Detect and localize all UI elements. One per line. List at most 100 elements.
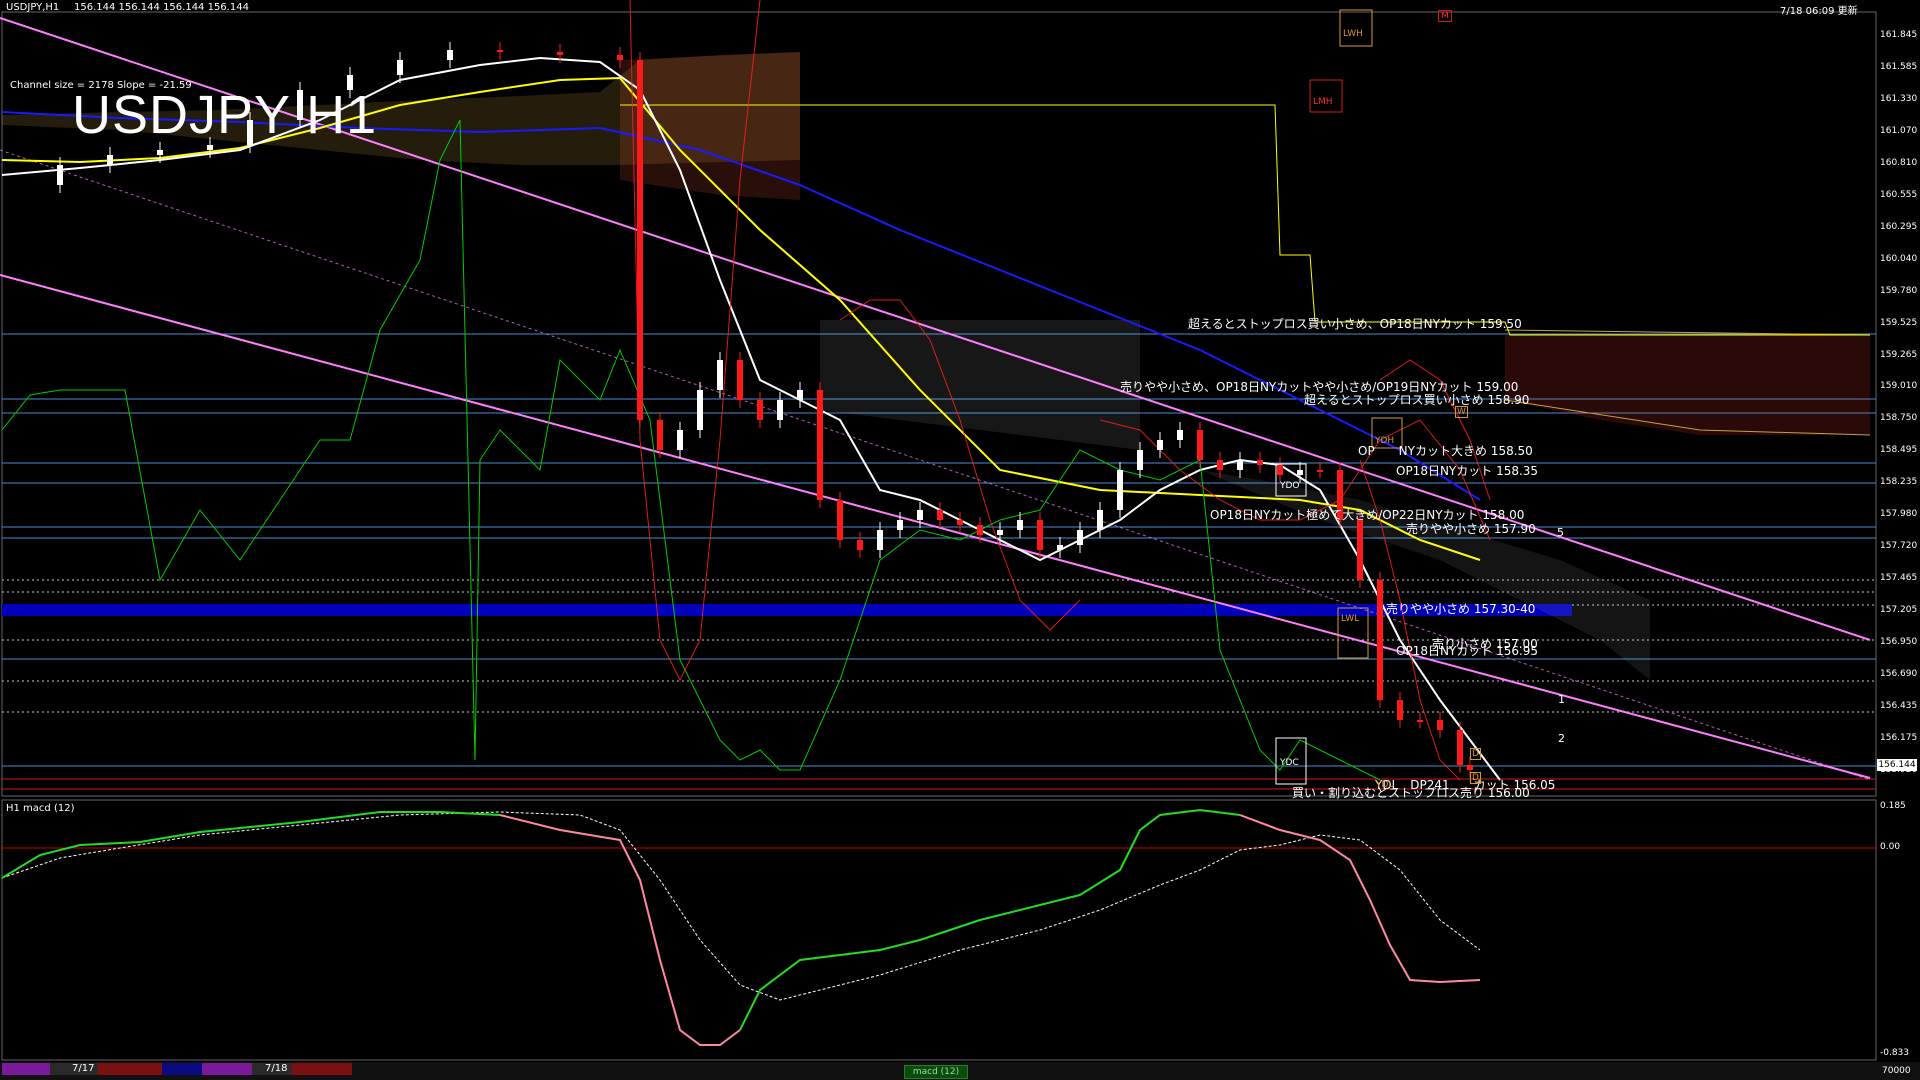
candle-body — [397, 60, 403, 75]
price-tick: 157.720 — [1880, 541, 1918, 552]
marker-ydl: YDL — [1376, 780, 1394, 790]
annotation-157-90: 売りやや小さめ 157.90 — [1406, 522, 1536, 536]
wave-label-1: 1 — [1558, 693, 1565, 706]
price-tick: 157.465 — [1880, 573, 1918, 584]
price-tick: 160.295 — [1880, 221, 1918, 232]
price-tick: 157.205 — [1880, 605, 1918, 616]
marker-lwl: LWL — [1341, 614, 1360, 624]
price-tick: 160.810 — [1880, 157, 1918, 168]
candle-body — [497, 50, 503, 52]
candle-body — [1237, 460, 1243, 470]
price-tick: 161.330 — [1880, 93, 1918, 104]
candle-body — [977, 525, 983, 535]
marker-ydh: YDH — [1375, 436, 1395, 446]
candle-body — [817, 390, 823, 500]
marker-ydo: YDO — [1280, 481, 1300, 491]
price-tick: 158.750 — [1880, 413, 1918, 424]
period-segment — [202, 1063, 252, 1075]
candle-body — [1457, 730, 1463, 765]
candle-body — [1357, 520, 1363, 580]
candle-body — [637, 60, 643, 420]
candle-body — [697, 390, 703, 430]
price-tick: 159.525 — [1880, 317, 1918, 328]
candle-body — [877, 530, 883, 550]
candle-body — [447, 50, 453, 60]
period-segment — [162, 1063, 202, 1075]
price-tick: 159.010 — [1880, 381, 1918, 392]
candle-body — [1097, 510, 1103, 530]
macd-down-line-1 — [499, 814, 741, 1046]
ichimoku-cloud — [2, 52, 1871, 680]
candle-body — [107, 155, 113, 165]
price-tick: 156.175 — [1880, 732, 1918, 743]
candle-body — [1117, 470, 1123, 510]
marker-d-2: D — [1470, 772, 1481, 784]
macd-pane-title: H1 macd (12) — [6, 803, 75, 814]
candle-body — [1157, 440, 1163, 450]
marker-ydc: YDC — [1280, 758, 1299, 768]
candle-body — [1317, 470, 1323, 472]
candle-body — [717, 360, 723, 390]
candle-body — [1397, 700, 1403, 720]
candle-body — [937, 510, 943, 520]
marker-m: M — [1438, 10, 1452, 22]
price-tick: 160.555 — [1880, 189, 1918, 200]
annotation-159-50: 超えるとストップロス買い小さめ、OP18日NYカット 159.50 — [1188, 317, 1522, 331]
red-level-lines — [2, 778, 1876, 790]
macd-down-line-2 — [1239, 814, 1481, 984]
candle-body — [1137, 450, 1143, 470]
candle-body — [1277, 465, 1283, 475]
candle-body — [757, 400, 763, 420]
candle-body — [1417, 720, 1423, 722]
symbol-info: USDJPY,H1 — [6, 2, 60, 13]
sell-zone-band — [2, 604, 1572, 616]
ohlc-readout: 156.144 156.144 156.144 156.144 — [74, 2, 249, 13]
candle-body — [1037, 520, 1043, 550]
candle-body — [1017, 520, 1023, 530]
candle-body — [1297, 470, 1303, 475]
candle-body — [557, 52, 563, 55]
marker-lmh: LMH — [1313, 97, 1333, 107]
candle-body — [677, 430, 683, 450]
annotation-158-50: OP NYカット大きめ 158.50 — [1358, 444, 1533, 458]
period-segment — [292, 1063, 352, 1075]
candle-body — [1177, 430, 1183, 440]
indicator-tab-macd[interactable]: macd (12) — [904, 1065, 968, 1079]
candle-body — [617, 55, 623, 60]
volume-readout: 70000 — [1882, 1066, 1911, 1076]
marker-d-1: D — [1470, 748, 1481, 760]
macd-axis-bottom: -0.833 — [1880, 1048, 1910, 1058]
candle-body — [1467, 765, 1473, 770]
candle-body — [1257, 460, 1263, 465]
candle-body — [777, 400, 783, 420]
wave-label-2: 2 — [1558, 732, 1565, 745]
candle-body — [1077, 530, 1083, 545]
current-price-label: 156.144 — [1877, 759, 1917, 771]
price-tick: 160.040 — [1880, 253, 1918, 264]
candle-body — [1217, 460, 1223, 470]
lwh-box — [1339, 9, 1373, 47]
candle-body — [917, 510, 923, 520]
price-tick: 158.495 — [1880, 445, 1918, 456]
price-tick: 156.690 — [1880, 669, 1918, 679]
update-timestamp: 7/18 06:09 更新 — [1780, 6, 1858, 17]
candle-body — [57, 165, 63, 185]
annotation-158-35: OP18日NYカット 158.35 — [1396, 464, 1539, 478]
candle-body — [1437, 720, 1443, 730]
annotation-158-90: 超えるとストップロス買い小さめ 158.90 — [1304, 393, 1530, 407]
chart-canvas — [0, 0, 1920, 1080]
trading-chart-window: USDJPY,H1 156.144 156.144 156.144 156.14… — [0, 0, 1920, 1080]
candle-body — [157, 150, 163, 155]
date-label-718: 7/18 — [265, 1063, 288, 1074]
macd-axis-zero: 0.00 — [1880, 842, 1901, 852]
price-tick: 158.235 — [1880, 477, 1918, 488]
price-tick: 156.435 — [1880, 700, 1918, 711]
candle-body — [897, 520, 903, 530]
candle-body — [657, 420, 663, 450]
candle-body — [797, 390, 803, 400]
annotation-156-95: OP18日NYカット 156.95 — [1396, 644, 1539, 658]
macd-main-line — [1, 811, 501, 879]
macd-axis-top: 0.185 — [1880, 801, 1906, 811]
candle-body — [957, 520, 963, 525]
candle-body — [1057, 545, 1063, 550]
